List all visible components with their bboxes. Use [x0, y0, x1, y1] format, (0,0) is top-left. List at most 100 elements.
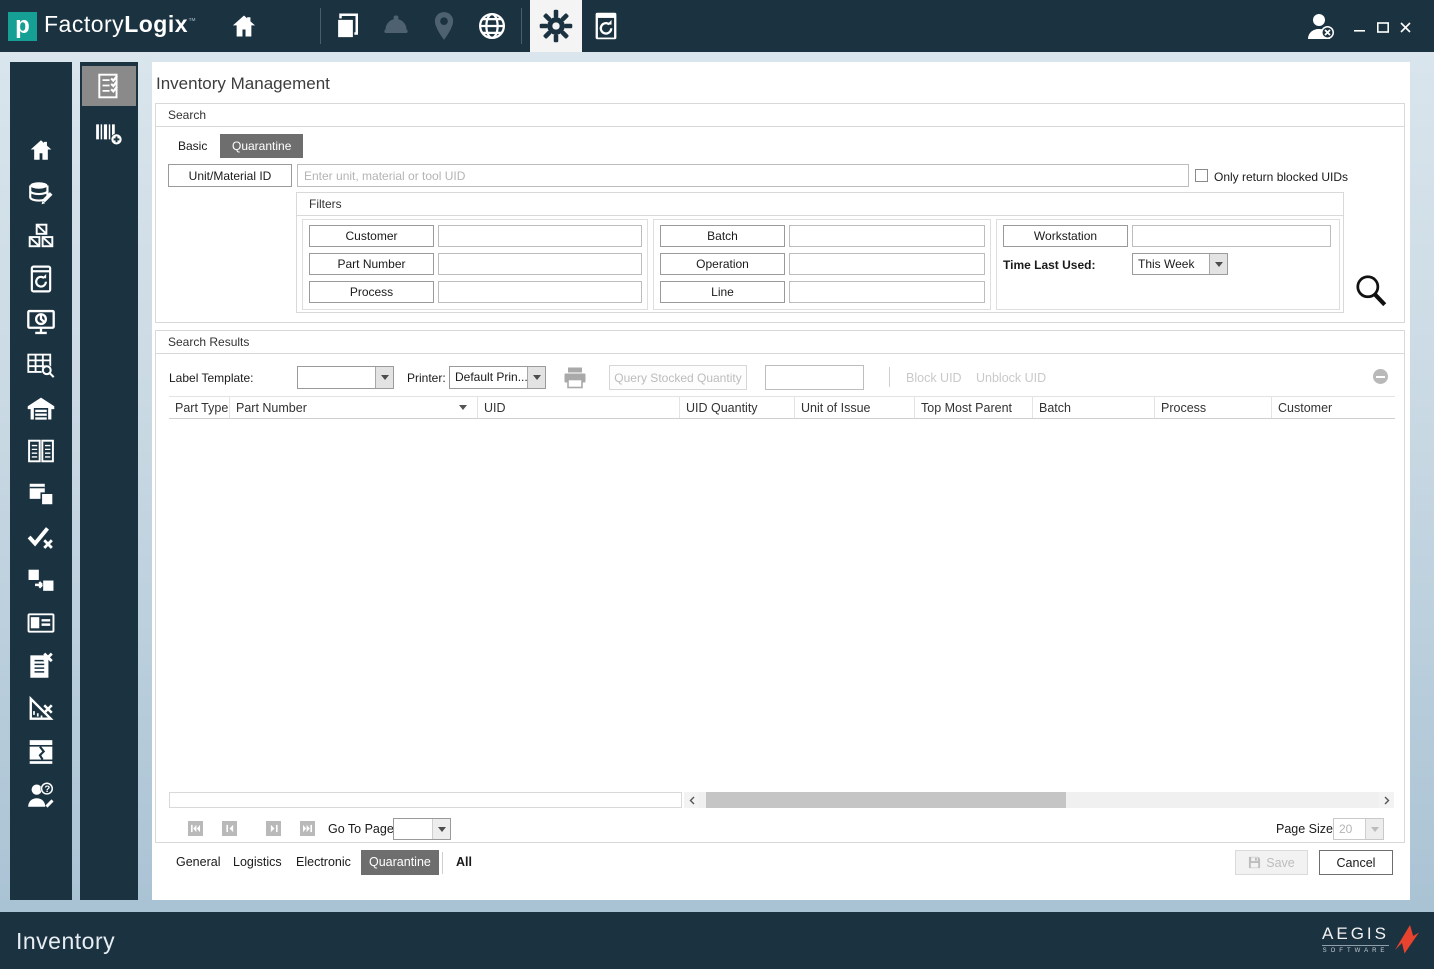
sidebar-item-material-transfer[interactable]: [10, 562, 72, 598]
column-header-uid-quantity[interactable]: UID Quantity: [680, 397, 795, 418]
list-delete-icon: [30, 652, 53, 678]
sidebar-item-damaged-goods[interactable]: [10, 734, 72, 770]
sidebar-item-inventory-management[interactable]: [82, 66, 136, 106]
sidebar-item-documents[interactable]: [10, 476, 72, 512]
home-icon[interactable]: [228, 10, 260, 42]
search-results-group-title: Search Results: [168, 335, 250, 349]
process-filter-input[interactable]: [438, 281, 642, 303]
results-table-body[interactable]: [169, 419, 1395, 791]
tab-quarantine[interactable]: Quarantine: [220, 134, 304, 158]
location-pin-icon[interactable]: [428, 10, 460, 42]
workstation-filter-button[interactable]: Workstation: [1003, 225, 1128, 247]
minimize-button[interactable]: [1350, 18, 1368, 36]
stocked-quantity-input[interactable]: [765, 365, 864, 390]
customer-filter-input[interactable]: [438, 225, 642, 247]
column-header-top-most-parent[interactable]: Top Most Parent: [915, 397, 1033, 418]
column-label: Part Type: [175, 400, 229, 415]
sidebar-item-measurement-remove[interactable]: [10, 691, 72, 727]
column-label: Unit of Issue: [801, 400, 871, 415]
part-number-filter-button[interactable]: Part Number: [309, 253, 434, 275]
blocked-uids-checkbox[interactable]: [1195, 169, 1208, 182]
line-filter-button[interactable]: Line: [660, 281, 785, 303]
column-label: Customer: [1278, 400, 1333, 415]
cancel-button[interactable]: Cancel: [1319, 850, 1393, 875]
operation-filter-input[interactable]: [789, 253, 985, 275]
svg-text:?: ?: [44, 784, 50, 795]
column-label: Batch: [1039, 400, 1071, 415]
page-size-dropdown[interactable]: 20: [1333, 818, 1384, 840]
part-number-filter-input[interactable]: [438, 253, 642, 275]
print-button[interactable]: [563, 366, 587, 392]
process-filter-label: Process: [349, 285, 394, 299]
chevron-down-icon: [375, 367, 393, 388]
sidebar-item-list-remove[interactable]: [10, 648, 72, 684]
batch-filter-input[interactable]: [789, 225, 985, 247]
settings-tab-selected[interactable]: [530, 0, 582, 52]
aegis-subtitle: SOFTWARE: [1322, 948, 1389, 954]
documents-stack-icon[interactable]: [332, 10, 364, 42]
column-header-unit-of-issue[interactable]: Unit of Issue: [795, 397, 915, 418]
previous-page-button[interactable]: [222, 821, 237, 836]
column-header-customer[interactable]: Customer: [1272, 397, 1390, 418]
line-filter-input[interactable]: [789, 281, 985, 303]
go-to-page-dropdown[interactable]: [393, 818, 451, 840]
hardhat-icon[interactable]: [380, 10, 412, 42]
column-header-uid[interactable]: UID: [478, 397, 680, 418]
customer-filter-button[interactable]: Customer: [309, 225, 434, 247]
unblock-uid-button[interactable]: Unblock UID: [976, 371, 1046, 385]
tab-all[interactable]: All: [448, 850, 480, 875]
globe-icon[interactable]: [476, 10, 508, 42]
close-button[interactable]: [1396, 18, 1414, 36]
tab-electronic[interactable]: Electronic: [288, 850, 359, 875]
process-filter-button[interactable]: Process: [309, 281, 434, 303]
backup-restore-icon[interactable]: [590, 10, 622, 42]
scroll-right-button[interactable]: [1379, 792, 1394, 808]
sidebar-item-backup[interactable]: [10, 261, 72, 297]
first-page-button[interactable]: [188, 821, 203, 836]
batch-filter-button[interactable]: Batch: [660, 225, 785, 247]
tab-quarantine-category[interactable]: Quarantine: [361, 850, 439, 875]
search-button[interactable]: [1352, 272, 1390, 313]
last-page-button[interactable]: [300, 821, 315, 836]
unit-material-id-button[interactable]: Unit/Material ID: [168, 164, 292, 187]
query-stocked-quantity-button[interactable]: Query Stocked Quantity: [609, 365, 747, 390]
unit-material-id-input[interactable]: [297, 164, 1189, 187]
sidebar-item-dashboard[interactable]: [10, 304, 72, 340]
sidebar-item-documentation[interactable]: [10, 433, 72, 469]
sidebar-item-materials-database[interactable]: [10, 175, 72, 211]
sidebar-item-home[interactable]: [10, 132, 72, 168]
next-page-button[interactable]: [266, 821, 281, 836]
sidebar-item-warehouse[interactable]: [10, 390, 72, 426]
tab-general[interactable]: General: [168, 850, 228, 875]
sidebar-item-id-card[interactable]: [10, 605, 72, 641]
column-header-process[interactable]: Process: [1155, 397, 1272, 418]
column-header-part-number[interactable]: Part Number: [230, 397, 478, 418]
scroll-left-button[interactable]: [684, 792, 699, 808]
tab-logistics[interactable]: Logistics: [225, 850, 290, 875]
time-last-used-dropdown[interactable]: This Week: [1132, 253, 1228, 275]
save-button[interactable]: Save: [1235, 850, 1308, 875]
sidebar-item-add-barcode[interactable]: [82, 114, 136, 154]
go-to-page-value: [394, 819, 432, 839]
maximize-button[interactable]: [1374, 18, 1392, 36]
sidebar-item-data-query[interactable]: [10, 347, 72, 383]
tab-basic[interactable]: Basic: [166, 134, 219, 158]
sidebar-item-stock-boxes[interactable]: [10, 218, 72, 254]
sort-descending-icon[interactable]: [459, 405, 467, 414]
column-header-part-type[interactable]: Part Type: [169, 397, 230, 418]
sidebar-item-user-support[interactable]: ?: [10, 777, 72, 813]
collapse-icon[interactable]: [1373, 369, 1388, 384]
operation-filter-label: Operation: [696, 257, 749, 271]
column-label: UID: [484, 400, 506, 415]
printer-dropdown[interactable]: Default Prin...: [449, 366, 546, 389]
column-label: Part Number: [236, 400, 307, 415]
horizontal-scrollbar-thumb[interactable]: [706, 792, 1066, 808]
label-template-dropdown[interactable]: [297, 366, 394, 389]
sidebar-item-verification[interactable]: [10, 519, 72, 555]
column-header-batch[interactable]: Batch: [1033, 397, 1155, 418]
operation-filter-button[interactable]: Operation: [660, 253, 785, 275]
user-logout-icon[interactable]: [1304, 10, 1336, 42]
block-uid-button[interactable]: Block UID: [906, 371, 962, 385]
page-size-label: Page Size: [1276, 822, 1333, 836]
workstation-filter-input[interactable]: [1132, 225, 1331, 247]
